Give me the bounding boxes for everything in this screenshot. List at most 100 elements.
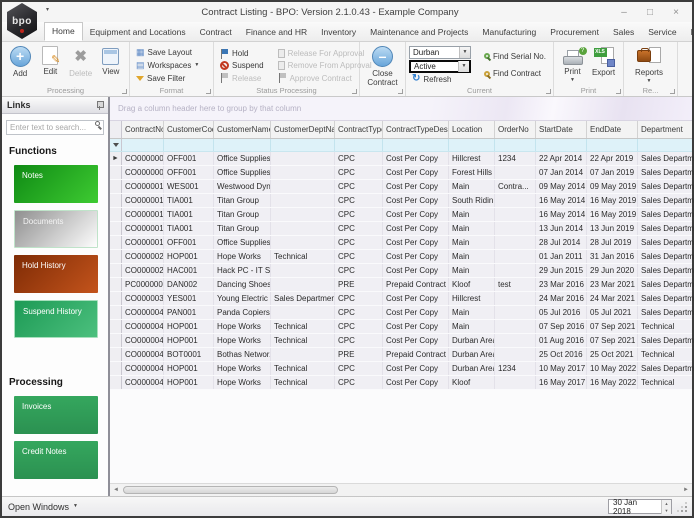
table-row[interactable]: CO0000047 HOP001 Hope Works Technical CPC Cos… [110, 376, 692, 390]
tab-manufacturing[interactable]: Manufacturing [475, 23, 543, 41]
suspend-history-button[interactable]: Suspend History [14, 300, 98, 338]
cell-contracttype[interactable]: CPC [335, 306, 383, 319]
dialog-launcher-icon[interactable] [616, 89, 621, 94]
find-serial-button[interactable]: Find Serial No. [481, 50, 549, 63]
cell-department[interactable]: Sales Department [638, 208, 694, 221]
cell-orderno[interactable] [495, 194, 536, 207]
cell-orderno[interactable]: test [495, 278, 536, 291]
cell-department[interactable]: Sales Department [638, 264, 694, 277]
cell-contracttypedesc[interactable]: Prepaid Contract [383, 348, 449, 361]
cell-department[interactable]: Technical [638, 320, 694, 333]
credit-notes-button[interactable]: Credit Notes [14, 441, 98, 479]
notes-button[interactable]: Notes [14, 165, 98, 203]
filter-cell[interactable] [587, 139, 638, 151]
documents-button[interactable]: Documents [14, 210, 98, 248]
filter-cell[interactable] [214, 139, 271, 151]
cell-location[interactable]: Main [449, 236, 495, 249]
cell-customercode[interactable]: HAC001 [164, 264, 214, 277]
tab-home[interactable]: Home [44, 22, 83, 41]
group-by-panel[interactable]: Drag a column header here to group by th… [110, 97, 692, 121]
column-header-location[interactable]: Location [449, 121, 495, 138]
cell-orderno[interactable]: 1234 [495, 362, 536, 375]
sidebar-search-input[interactable] [6, 120, 104, 135]
cell-customername[interactable]: Hope Works [214, 320, 271, 333]
column-header-orderno[interactable]: OrderNo [495, 121, 536, 138]
cell-contracttypedesc[interactable]: Cost Per Copy [383, 250, 449, 263]
cell-contractno[interactable]: PC0000001 [122, 278, 164, 291]
delete-button[interactable]: ✖ Delete [66, 44, 96, 84]
cell-customerdeptname[interactable]: Technical [271, 362, 335, 375]
cell-customername[interactable]: Office Supplies ... [214, 152, 271, 165]
cell-customercode[interactable]: PAN001 [164, 306, 214, 319]
scroll-right-icon[interactable]: ► [680, 487, 692, 493]
cell-contracttype[interactable]: CPC [335, 292, 383, 305]
cell-startdate[interactable]: 22 Apr 2014 [536, 152, 587, 165]
cell-customerdeptname[interactable]: Technical [271, 334, 335, 347]
filter-cell[interactable] [335, 139, 383, 151]
table-row[interactable]: CO0000044 BOT0001 Bothas Networ... PRE Prepa… [110, 348, 692, 362]
cell-customerdeptname[interactable]: Sales Department [271, 292, 335, 305]
cell-contractno[interactable]: CO0000011 [122, 180, 164, 193]
cell-department[interactable]: Sales Department [638, 278, 694, 291]
cell-department[interactable]: Sales Department [638, 306, 694, 319]
dialog-launcher-icon[interactable] [352, 89, 357, 94]
add-button[interactable]: + Add [5, 44, 35, 84]
cell-startdate[interactable]: 28 Jul 2014 [536, 236, 587, 249]
cell-customercode[interactable]: TIA001 [164, 222, 214, 235]
tab-reporting[interactable]: Reporting [684, 23, 694, 41]
cell-contractno[interactable]: CO0000044 [122, 348, 164, 361]
cell-orderno[interactable] [495, 166, 536, 179]
cell-customercode[interactable]: DAN002 [164, 278, 214, 291]
print-button[interactable]: ? Print ▼ [557, 44, 588, 84]
table-row[interactable]: CO0000007OFF001Office Supplies ... CPCCos… [110, 166, 694, 180]
column-header-startdate[interactable]: StartDate [536, 121, 587, 138]
table-row[interactable]: CO0000031 YES001 Young Electric Sales Depar… [110, 292, 694, 306]
cell-customerdeptname[interactable] [271, 194, 335, 207]
cell-orderno[interactable] [495, 376, 536, 389]
cell-location[interactable]: Durban Area [449, 334, 495, 347]
column-header-contracttype[interactable]: ContractType [335, 121, 383, 138]
cell-enddate[interactable]: 13 Jun 2019 [587, 222, 638, 235]
cell-customername[interactable]: Panda Copiers [214, 306, 271, 319]
cell-orderno[interactable] [495, 236, 536, 249]
cell-enddate[interactable]: 05 Jul 2021 [587, 306, 638, 319]
suspend-button[interactable]: Suspend [217, 60, 267, 71]
cell-contracttype[interactable]: CPC [335, 152, 383, 165]
cell-customerdeptname[interactable] [271, 278, 335, 291]
cell-customername[interactable]: Hope Works [214, 334, 271, 347]
cell-location[interactable]: Forest Hills ... [449, 166, 495, 179]
cell-contractno[interactable]: CO0000019 [122, 236, 164, 249]
cell-contracttypedesc[interactable]: Cost Per Copy [383, 362, 449, 375]
cell-orderno[interactable] [495, 208, 536, 221]
cell-enddate[interactable]: 23 Mar 2021 [587, 278, 638, 291]
cell-customerdeptname[interactable]: Technical [271, 376, 335, 389]
cell-orderno[interactable] [495, 292, 536, 305]
cell-contracttypedesc[interactable]: Cost Per Copy [383, 194, 449, 207]
cell-location[interactable]: Hillcrest [449, 152, 495, 165]
cell-enddate[interactable]: 16 May 2022 [587, 376, 638, 389]
cell-customername[interactable]: Bothas Networ... [214, 348, 271, 361]
branch-dropdown[interactable]: Durban ▼ [409, 46, 471, 59]
cell-contracttypedesc[interactable]: Cost Per Copy [383, 222, 449, 235]
table-row[interactable]: ►CO0000006OFF001Office Supplies ... CPCCo… [110, 152, 694, 166]
filter-cell[interactable] [383, 139, 449, 151]
cell-contracttype[interactable]: CPC [335, 180, 383, 193]
column-header-customercode[interactable]: CustomerCode [164, 121, 214, 138]
save-layout-button[interactable]: ▦ Save Layout [133, 46, 202, 58]
cell-enddate[interactable]: 16 May 2019 [587, 208, 638, 221]
cell-contracttypedesc[interactable]: Prepaid Contract [383, 278, 449, 291]
cell-customerdeptname[interactable] [271, 306, 335, 319]
filter-cell[interactable] [122, 139, 164, 151]
cell-location[interactable]: Main [449, 264, 495, 277]
cell-orderno[interactable] [495, 306, 536, 319]
cell-customername[interactable]: Office Supplies ... [214, 236, 271, 249]
cell-startdate[interactable]: 16 May 2014 [536, 194, 587, 207]
open-windows-button[interactable]: Open Windows ▼ [8, 502, 78, 512]
cell-contracttypedesc[interactable]: Cost Per Copy [383, 236, 449, 249]
cell-enddate[interactable]: 31 Jan 2016 [587, 250, 638, 263]
cell-department[interactable]: Sales Department [638, 362, 694, 375]
cell-contractno[interactable]: CO0000006 [122, 152, 164, 165]
cell-customercode[interactable]: TIA001 [164, 208, 214, 221]
cell-location[interactable]: Kloof [449, 278, 495, 291]
cell-customername[interactable]: Titan Group [214, 222, 271, 235]
